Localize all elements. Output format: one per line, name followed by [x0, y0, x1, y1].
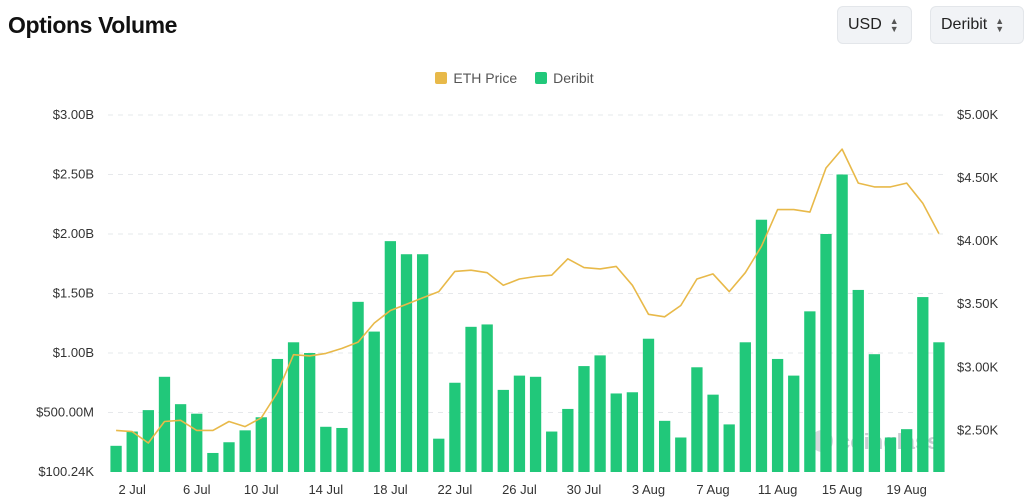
left-axis-tick-label: $500.00M [36, 405, 94, 420]
bar-deribit[interactable] [384, 241, 397, 472]
bar-deribit[interactable] [239, 430, 251, 472]
right-axis-tick-label: $4.50K [957, 170, 999, 185]
left-axis-tick-label: $3.00B [53, 107, 94, 122]
bar-deribit[interactable] [691, 367, 703, 472]
bar-deribit[interactable] [207, 452, 219, 472]
x-axis-tick-label: 3 Aug [632, 482, 665, 497]
bar-deribit[interactable] [820, 234, 832, 472]
right-axis-tick-label: $3.50K [957, 296, 999, 311]
bar-deribit[interactable] [400, 254, 413, 472]
bar-deribit[interactable] [610, 393, 622, 472]
bar-deribit[interactable] [287, 342, 300, 472]
x-axis-tick-label: 6 Jul [183, 482, 211, 497]
bar-deribit[interactable] [336, 427, 348, 472]
bar-deribit[interactable] [465, 326, 477, 472]
bar-deribit[interactable] [562, 408, 574, 472]
x-axis-tick-label: 14 Jul [308, 482, 343, 497]
bar-deribit[interactable] [578, 366, 590, 472]
bar-deribit[interactable] [788, 375, 800, 472]
left-axis-tick-label: $1.50B [53, 286, 94, 301]
bar-deribit[interactable] [723, 424, 735, 472]
x-axis-tick-label: 11 Aug [758, 482, 798, 497]
bar-deribit[interactable] [626, 392, 639, 472]
right-axis-tick-label: $5.00K [957, 107, 999, 122]
bar-deribit[interactable] [481, 324, 493, 472]
x-axis-tick-label: 10 Jul [244, 482, 279, 497]
bar-deribit[interactable] [901, 429, 913, 472]
right-axis-tick-label: $4.00K [957, 233, 999, 248]
bar-deribit[interactable] [804, 311, 816, 472]
bar-deribit[interactable] [852, 289, 864, 472]
bar-deribit[interactable] [352, 301, 364, 472]
bar-deribit[interactable] [836, 174, 848, 473]
bar-deribit[interactable] [771, 358, 784, 472]
left-axis-tick-label: $100.24K [38, 464, 94, 479]
options-volume-chart: coinglass $100.24K$500.00M$1.00B$1.50B$2… [36, 107, 999, 497]
bar-deribit[interactable] [191, 413, 203, 472]
bar-deribit[interactable] [110, 445, 122, 472]
bar-deribit[interactable] [174, 404, 187, 472]
bar-deribit[interactable] [933, 342, 945, 472]
bar-deribit[interactable] [497, 389, 509, 472]
bar-deribit[interactable] [255, 417, 267, 472]
x-axis-tick-label: 15 Aug [822, 482, 863, 497]
bar-deribit[interactable] [304, 353, 316, 472]
left-axis-tick-label: $1.00B [53, 345, 94, 360]
x-axis-tick-label: 19 Aug [886, 482, 927, 497]
bar-deribit[interactable] [271, 358, 284, 472]
bar-deribit[interactable] [917, 297, 929, 472]
bar-deribit[interactable] [433, 438, 445, 472]
x-axis-tick-label: 26 Jul [502, 482, 537, 497]
bar-deribit[interactable] [868, 354, 881, 472]
x-axis-tick-label: 18 Jul [373, 482, 408, 497]
bar-deribit[interactable] [529, 376, 542, 472]
bar-deribit[interactable] [320, 426, 332, 472]
x-axis-tick-label: 30 Jul [567, 482, 602, 497]
bar-deribit[interactable] [658, 420, 671, 472]
bar-deribit[interactable] [884, 437, 897, 472]
bar-deribit[interactable] [642, 338, 655, 472]
bar-deribit[interactable] [707, 394, 719, 472]
bar-deribit[interactable] [755, 219, 768, 472]
bar-deribit[interactable] [513, 375, 526, 472]
left-axis-tick-label: $2.00B [53, 226, 94, 241]
bar-deribit[interactable] [223, 442, 235, 472]
bar-deribit[interactable] [416, 254, 429, 472]
bar-deribit[interactable] [368, 331, 380, 472]
bar-deribit[interactable] [594, 355, 606, 472]
bar-deribit[interactable] [546, 431, 558, 472]
right-axis-tick-label: $2.50K [957, 422, 999, 437]
right-axis-tick-label: $3.00K [957, 359, 999, 374]
bar-deribit[interactable] [126, 431, 138, 472]
left-axis-tick-label: $2.50B [53, 167, 94, 182]
x-axis-tick-label: 2 Jul [118, 482, 146, 497]
bar-deribit[interactable] [158, 376, 171, 472]
x-axis-tick-label: 7 Aug [696, 482, 729, 497]
x-axis-tick-label: 22 Jul [438, 482, 473, 497]
bar-deribit[interactable] [739, 342, 751, 472]
bar-deribit[interactable] [449, 382, 461, 472]
bar-deribit[interactable] [675, 437, 687, 472]
